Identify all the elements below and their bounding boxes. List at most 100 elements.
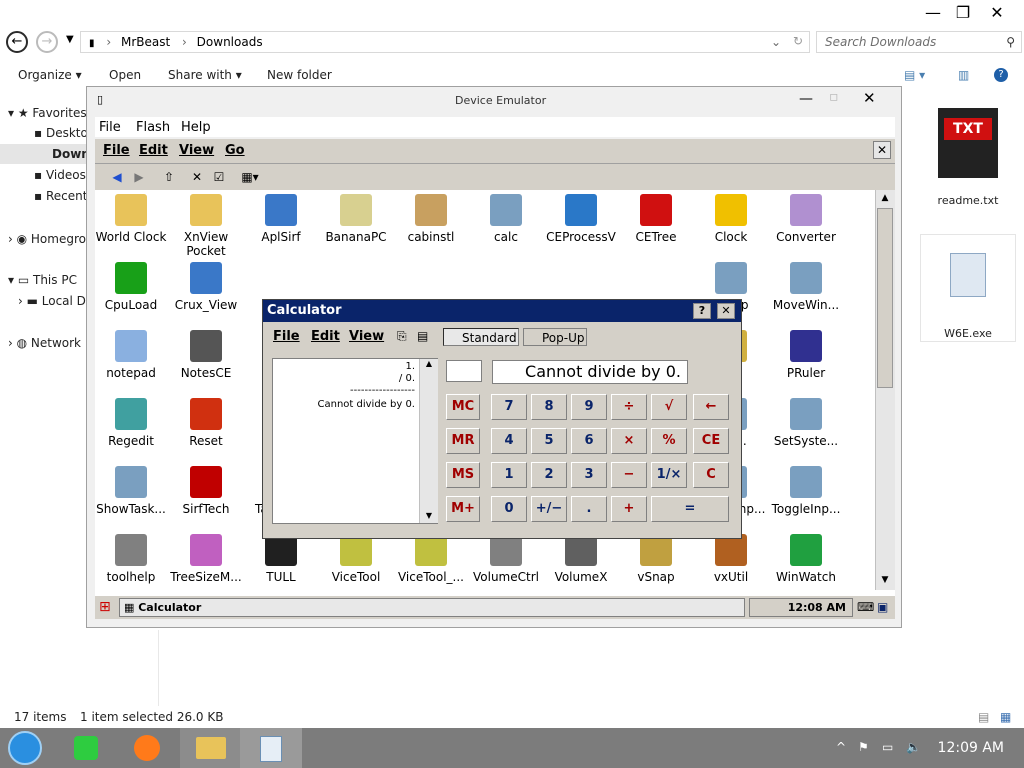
ce-icon-treesizem[interactable]: TreeSizeM...	[168, 534, 244, 584]
nav-homegroup[interactable]: › ◉ Homegro	[8, 232, 86, 246]
ce-scroll-thumb[interactable]	[877, 208, 893, 388]
emulator-close-icon[interactable]: ✕	[863, 89, 876, 107]
calc-key-4[interactable]: 4	[491, 428, 527, 454]
calc-key-9[interactable]: 9	[571, 394, 607, 420]
ce-icon-movewin[interactable]: MoveWin...	[768, 262, 844, 312]
refresh-icon[interactable]: ↻	[793, 34, 803, 48]
back-icon[interactable]: ←	[6, 31, 28, 53]
taskbar-emulator[interactable]	[240, 728, 302, 768]
ce-close-icon[interactable]: ✕	[873, 141, 891, 159]
ce-icon-calc[interactable]: calc	[468, 194, 544, 244]
calc-key-1[interactable]: 1	[491, 462, 527, 488]
calc-key-1[interactable]: 1/×	[651, 462, 687, 488]
nav-downloads[interactable]: Down	[0, 144, 90, 164]
details-view-icon[interactable]: ▤	[978, 710, 989, 724]
ce-icon-converter[interactable]: Converter	[768, 194, 844, 244]
ce-icon-winwatch[interactable]: WinWatch	[768, 534, 844, 584]
nav-this-pc[interactable]: ▾ ▭ This PC	[8, 273, 77, 287]
ce-back-icon[interactable]: ◀	[107, 167, 127, 187]
ce-forward-icon[interactable]: ▶	[129, 167, 149, 187]
ce-views-icon[interactable]: ▦▾	[235, 167, 265, 187]
calc-key-m[interactable]: M+	[446, 496, 480, 522]
ce-icon-toggleinp[interactable]: ToggleInp...	[768, 466, 844, 516]
chevron-down-icon[interactable]: ⌄	[771, 35, 781, 49]
emulator-menu-help[interactable]: Help	[181, 120, 211, 135]
ce-icon-pruler[interactable]: PRuler	[768, 330, 844, 380]
taskbar-clock[interactable]: 12:09 AM	[938, 740, 1004, 756]
ce-icon-sirftech[interactable]: SirfTech	[168, 466, 244, 516]
tape-scrollbar[interactable]: ▲ ▼	[419, 359, 438, 523]
ce-menu-file[interactable]: File	[103, 143, 130, 158]
emulator-maximize-icon[interactable]: ▫	[829, 89, 839, 105]
ce-scroll-down-icon[interactable]: ▼	[876, 572, 894, 588]
emulator-menu-file[interactable]: File	[99, 120, 121, 135]
calc-menu-file[interactable]: File	[273, 329, 300, 344]
nav-local-disk[interactable]: › ▬ Local D	[18, 294, 86, 308]
ce-vertical-scrollbar[interactable]: ▲ ▼	[875, 190, 895, 590]
emulator-minimize-icon[interactable]: —	[799, 91, 813, 107]
calc-key-7[interactable]: 7	[491, 394, 527, 420]
close-icon[interactable]: ✕	[982, 2, 1012, 24]
ce-taskbar-calculator-button[interactable]: ▦ Calculator	[119, 598, 745, 617]
calc-key-sym24[interactable]: −	[611, 462, 647, 488]
calc-key-2[interactable]: 2	[531, 462, 567, 488]
ce-icon-notesce[interactable]: NotesCE	[168, 330, 244, 380]
nav-network[interactable]: › ◍ Network	[8, 336, 81, 350]
calc-key-8[interactable]: 8	[531, 394, 567, 420]
ce-icon-showtask[interactable]: ShowTask...	[95, 466, 169, 516]
ce-icon-reset[interactable]: Reset	[168, 398, 244, 448]
calc-key-6[interactable]: 6	[571, 428, 607, 454]
ce-scroll-up-icon[interactable]: ▲	[876, 190, 894, 206]
tape-scroll-down-icon[interactable]: ▼	[420, 511, 438, 520]
maximize-icon[interactable]: ❐	[948, 2, 978, 24]
tab-popup[interactable]: Pop-Up	[523, 328, 587, 346]
ce-properties-icon[interactable]: ☑	[209, 167, 229, 187]
calc-key-sym04[interactable]: ÷	[611, 394, 647, 420]
calc-key-ms[interactable]: MS	[446, 462, 480, 488]
file-readme[interactable]: TXT readme.txt	[928, 108, 1008, 207]
calc-key-mc[interactable]: MC	[446, 394, 480, 420]
organize-button[interactable]: Organize ▾	[18, 68, 82, 82]
ce-icon-notepad[interactable]: notepad	[95, 330, 169, 380]
search-input[interactable]: Search Downloads ⚲	[816, 31, 1022, 53]
ce-keyboard-icon[interactable]: ⌨	[857, 600, 874, 614]
ce-icon-vicetool[interactable]: ViceTool_...	[393, 534, 469, 584]
ce-icon-ceprocessv[interactable]: CEProcessV	[543, 194, 619, 244]
calc-key-sym34[interactable]: +	[611, 496, 647, 522]
ce-icon-cpuload[interactable]: CpuLoad	[95, 262, 169, 312]
emulator-menu-flash[interactable]: Flash	[136, 120, 170, 135]
nav-videos[interactable]: ▪ Videos	[34, 168, 86, 182]
calc-key-3[interactable]: 3	[571, 462, 607, 488]
calc-key-mr[interactable]: MR	[446, 428, 480, 454]
calc-key-sym32[interactable]: +/−	[531, 496, 567, 522]
start-button[interactable]	[0, 728, 62, 768]
new-folder-button[interactable]: New folder	[267, 68, 332, 82]
ce-start-icon[interactable]: ⊞	[99, 599, 111, 615]
calc-key-5[interactable]: 5	[531, 428, 567, 454]
ce-icon-setsyste[interactable]: SetSyste...	[768, 398, 844, 448]
preview-pane-icon[interactable]: ▥	[958, 68, 969, 82]
ce-icon-volumex[interactable]: VolumeX	[543, 534, 619, 584]
calculator-help-icon[interactable]: ?	[693, 303, 711, 319]
view-icon[interactable]: ▤ ▾	[904, 68, 925, 82]
calc-key-0[interactable]: 0	[491, 496, 527, 522]
ce-icon-clock[interactable]: Clock	[693, 194, 769, 244]
open-button[interactable]: Open	[109, 68, 141, 82]
ce-icon-bananapc[interactable]: BananaPC	[318, 194, 394, 244]
minimize-icon[interactable]: —	[918, 2, 948, 24]
tiles-view-icon[interactable]: ▦	[1000, 710, 1011, 724]
calc-key-sym15[interactable]: %	[651, 428, 687, 454]
calc-paste-icon[interactable]: ▤	[417, 329, 428, 343]
taskbar-firefox[interactable]	[118, 728, 180, 768]
breadcrumb-mrbeast[interactable]: MrBeast	[121, 35, 170, 49]
ce-icon-toolhelp[interactable]: toolhelp	[95, 534, 169, 584]
tape-scroll-up-icon[interactable]: ▲	[420, 359, 438, 368]
calc-key-c[interactable]: C	[693, 462, 729, 488]
ce-icon-regedit[interactable]: Regedit	[95, 398, 169, 448]
calculator-close-icon[interactable]: ✕	[717, 303, 735, 319]
nav-favorites[interactable]: ▾ ★ Favorites	[8, 106, 87, 120]
ce-icon-vicetool[interactable]: ViceTool	[318, 534, 394, 584]
share-with-button[interactable]: Share with ▾	[168, 68, 242, 82]
ce-icon-cabinstl[interactable]: cabinstl	[393, 194, 469, 244]
calc-key-sym06[interactable]: ←	[693, 394, 729, 420]
